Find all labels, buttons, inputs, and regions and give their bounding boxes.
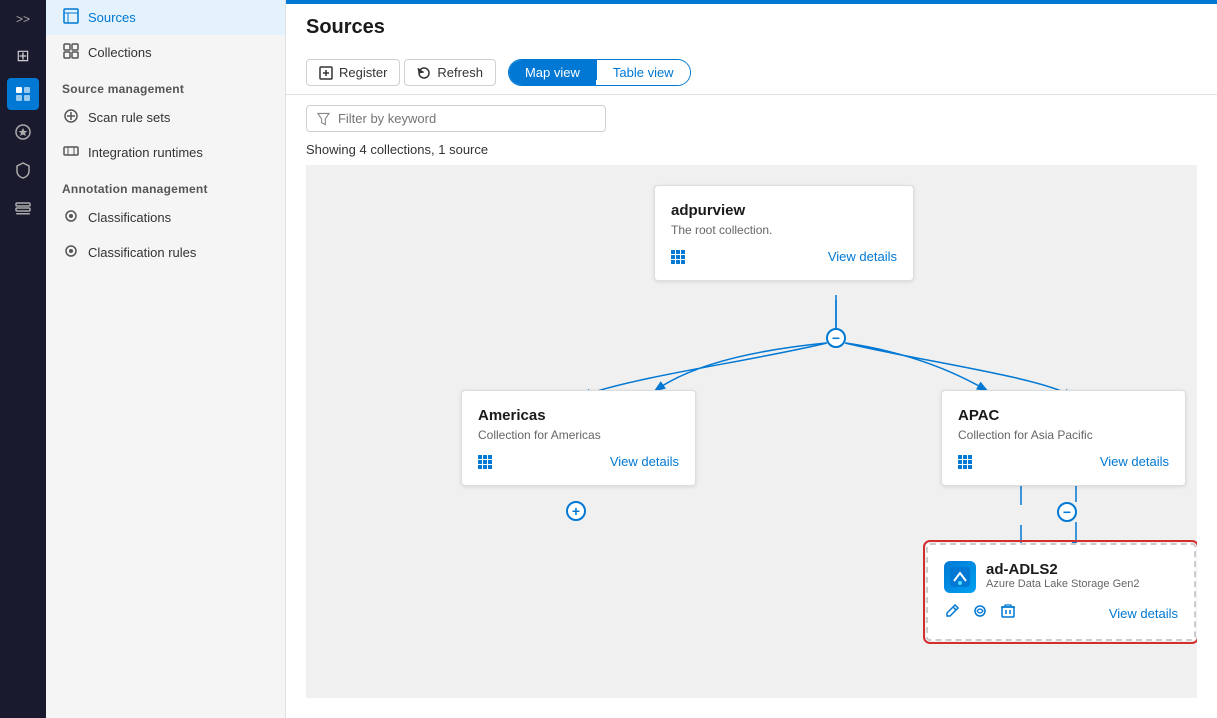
sidebar: Sources Collections Source management Sc…: [46, 0, 286, 718]
classification-rules-icon: [62, 243, 80, 262]
americas-card-subtitle: Collection for Americas: [478, 428, 679, 442]
apac-grid-icon: [958, 455, 972, 469]
filter-icon: [317, 112, 330, 126]
table-view-button[interactable]: Table view: [597, 60, 690, 85]
source-name: ad-ADLS2: [986, 561, 1139, 578]
mgmt-icon-btn[interactable]: [7, 192, 39, 224]
toolbar: Register Refresh Map view Table view: [286, 51, 1217, 95]
sidebar-sources-label: Sources: [88, 10, 136, 25]
sidebar-classification-rules-label: Classification rules: [88, 245, 196, 260]
showing-text: Showing 4 collections, 1 source: [286, 142, 1217, 165]
filter-input[interactable]: [338, 111, 595, 126]
sources-icon: [62, 8, 80, 27]
source-info: ad-ADLS2 Azure Data Lake Storage Gen2: [986, 561, 1139, 590]
map-view-button[interactable]: Map view: [509, 60, 596, 85]
source-management-header: Source management: [46, 70, 285, 100]
sidebar-item-integration-runtimes[interactable]: Integration runtimes: [46, 135, 285, 170]
source-actions: View details: [944, 603, 1178, 623]
page-header: Sources: [286, 4, 1217, 51]
source-icon: [944, 561, 976, 593]
collapse-apac-button[interactable]: −: [1057, 502, 1077, 522]
policy-icon-btn[interactable]: [7, 154, 39, 186]
catalog-icon-btn[interactable]: [7, 78, 39, 110]
delete-icon[interactable]: [1000, 603, 1016, 623]
icon-bar: >> ⊞: [0, 0, 46, 718]
sidebar-item-classification-rules[interactable]: Classification rules: [46, 235, 285, 270]
integration-runtimes-icon: [62, 143, 80, 162]
scan-icon[interactable]: [972, 603, 988, 623]
apac-card-footer: View details: [958, 454, 1169, 469]
root-view-details-link[interactable]: View details: [828, 249, 897, 264]
source-action-icons: [944, 603, 1016, 623]
sidebar-item-scan-rule-sets[interactable]: Scan rule sets: [46, 100, 285, 135]
classifications-icon: [62, 208, 80, 227]
sidebar-scan-rule-label: Scan rule sets: [88, 110, 170, 125]
collapse-root-button[interactable]: −: [826, 328, 846, 348]
filter-bar: [286, 95, 1217, 142]
americas-card-footer: View details: [478, 454, 679, 469]
root-grid-icon: [671, 250, 685, 264]
page-title: Sources: [306, 16, 1197, 39]
americas-card-title: Americas: [478, 407, 679, 424]
register-button[interactable]: Register: [306, 59, 400, 86]
source-type: Azure Data Lake Storage Gen2: [986, 578, 1139, 590]
home-icon-btn[interactable]: ⊞: [7, 40, 39, 72]
apac-view-details-link[interactable]: View details: [1100, 454, 1169, 469]
star-icon-btn[interactable]: [7, 116, 39, 148]
annotation-management-header: Annotation management: [46, 170, 285, 200]
refresh-button[interactable]: Refresh: [404, 59, 496, 86]
register-label: Register: [339, 65, 387, 80]
sidebar-item-classifications[interactable]: Classifications: [46, 200, 285, 235]
scan-rule-sets-icon: [62, 108, 80, 127]
source-card-header: ad-ADLS2 Azure Data Lake Storage Gen2: [944, 561, 1178, 593]
root-card-footer: View details: [671, 249, 897, 264]
americas-view-details-link[interactable]: View details: [610, 454, 679, 469]
apac-card-title: APAC: [958, 407, 1169, 424]
root-card-subtitle: The root collection.: [671, 223, 897, 237]
americas-grid-icon: [478, 455, 492, 469]
sidebar-item-collections[interactable]: Collections: [46, 35, 285, 70]
edit-icon[interactable]: [944, 603, 960, 623]
filter-input-wrapper: [306, 105, 606, 132]
sidebar-item-sources[interactable]: Sources: [46, 0, 285, 35]
apac-card-subtitle: Collection for Asia Pacific: [958, 428, 1169, 442]
collections-icon: [62, 43, 80, 62]
source-card: ad-ADLS2 Azure Data Lake Storage Gen2: [926, 543, 1196, 641]
sidebar-classifications-label: Classifications: [88, 210, 171, 225]
expand-icon[interactable]: >>: [12, 8, 34, 30]
refresh-label: Refresh: [437, 65, 483, 80]
map-canvas: adpurview The root collection. View deta…: [306, 165, 1197, 698]
americas-card: Americas Collection for Americas View de…: [461, 390, 696, 486]
root-card: adpurview The root collection. View deta…: [654, 185, 914, 281]
apac-card: APAC Collection for Asia Pacific View de…: [941, 390, 1186, 486]
root-card-title: adpurview: [671, 202, 897, 219]
main-content: Sources Register Refresh Map view Table …: [286, 0, 1217, 718]
source-view-details-link[interactable]: View details: [1109, 606, 1178, 621]
expand-americas-button[interactable]: +: [566, 501, 586, 521]
sidebar-integration-label: Integration runtimes: [88, 145, 203, 160]
view-toggle: Map view Table view: [508, 59, 691, 86]
sidebar-collections-label: Collections: [88, 45, 152, 60]
